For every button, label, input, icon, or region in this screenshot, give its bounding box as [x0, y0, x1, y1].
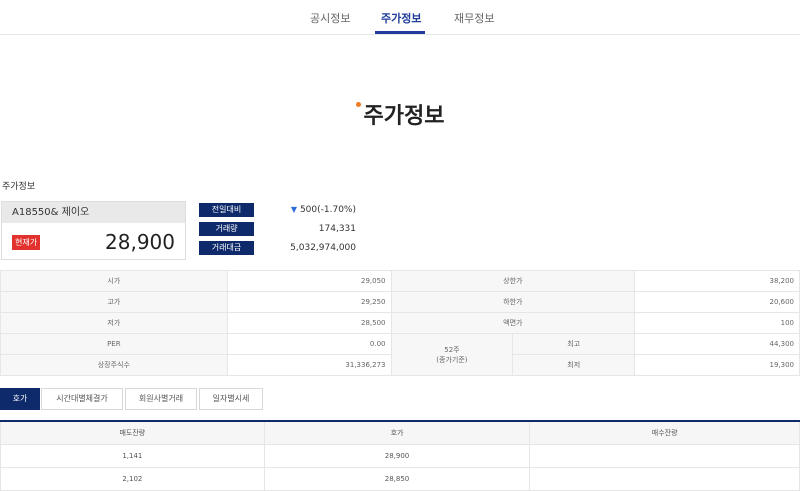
table-row: 2,102 28,850: [0, 467, 800, 491]
subtab-hoga[interactable]: 호가: [0, 388, 40, 410]
table-row: 시가 29,050 상한가 38,200: [0, 270, 800, 292]
price-info-table: 시가 29,050 상한가 38,200 고가 29,250 하한가 20,60…: [0, 270, 800, 376]
stat-label-change: 전일대비: [199, 203, 254, 217]
ask-volume-cell: 1,141: [0, 444, 265, 468]
table-row: 고가 29,250 하한가 20,600: [0, 291, 800, 313]
w52-high-value: 44,300: [634, 333, 800, 355]
hoga-table: 매도잔량 호가 매수잔량 1,141 28,900 2,102 28,850: [0, 420, 800, 491]
per-value: 0.00: [226, 333, 392, 355]
table-row: 1,141 28,900: [0, 444, 800, 468]
current-price-badge: 현재가: [12, 235, 41, 250]
header-bid-volume: 매수잔량: [529, 420, 800, 445]
table-header-row: 매도잔량 호가 매수잔량: [0, 420, 800, 445]
stat-value-amount: 5,032,974,000: [290, 243, 356, 253]
tab-stock-price[interactable]: 주가정보: [381, 10, 421, 26]
page-title-wrap: 주가정보: [0, 98, 800, 130]
subtab-daily-prices[interactable]: 일자별시세: [199, 388, 263, 410]
week52-line1: 52주: [444, 345, 460, 354]
open-label: 시가: [0, 270, 228, 292]
ask-volume-cell: 2,102: [0, 467, 265, 491]
lower-limit-label: 하한가: [390, 291, 636, 313]
stock-code-name: A18550& 제이오: [2, 202, 185, 223]
tab-disclosure[interactable]: 공시정보: [310, 10, 350, 26]
stat-value-volume: 174,331: [318, 224, 356, 234]
header-price: 호가: [263, 420, 531, 445]
active-tab-indicator: [375, 31, 425, 34]
bid-volume-cell: [529, 444, 800, 468]
header-ask-volume: 매도잔량: [0, 420, 265, 445]
shares-label: 상장주식수: [0, 354, 228, 376]
high-value: 29,250: [226, 291, 392, 313]
subtab-member-trades[interactable]: 회원사별거래: [125, 388, 197, 410]
change-value: 500(-1.70%): [299, 205, 356, 215]
lower-limit-value: 20,600: [634, 291, 800, 313]
stat-label-volume: 거래량: [199, 222, 254, 236]
bid-volume-cell: [529, 467, 800, 491]
high-label: 고가: [0, 291, 228, 313]
table-row: 저가 28,500 액면가 100: [0, 312, 800, 334]
week52-label: 52주 (종가기준): [390, 333, 514, 376]
w52-high-label: 최고: [512, 333, 636, 355]
low-value: 28,500: [226, 312, 392, 334]
shares-value: 31,336,273: [226, 354, 392, 376]
upper-limit-value: 38,200: [634, 270, 800, 292]
low-label: 저가: [0, 312, 228, 334]
stat-value-change: ▼ 500(-1.70%): [260, 205, 356, 215]
open-value: 29,050: [226, 270, 392, 292]
per-label: PER: [0, 333, 228, 355]
current-price: 28,900: [105, 230, 175, 254]
week52-line2: (종가기준): [436, 355, 468, 364]
price-cell: 28,900: [263, 444, 531, 468]
par-label: 액면가: [390, 312, 636, 334]
section-title: 주가정보: [2, 182, 36, 192]
w52-low-value: 19,300: [634, 354, 800, 376]
orange-dot-icon: [355, 102, 361, 107]
top-nav: 공시정보 주가정보 재무정보: [0, 0, 800, 35]
price-cell: 28,850: [263, 467, 531, 491]
upper-limit-label: 상한가: [390, 270, 636, 292]
page-title: 주가정보: [363, 104, 445, 129]
subtab-time-trades[interactable]: 시간대별체결가: [41, 388, 123, 410]
par-value: 100: [634, 312, 800, 334]
tab-financial[interactable]: 재무정보: [454, 10, 494, 26]
down-triangle-icon: ▼: [290, 205, 298, 214]
table-row: PER 0.00 52주 (종가기준) 최고 44,300: [0, 333, 800, 376]
price-box: A18550& 제이오 현재가 28,900: [1, 201, 186, 260]
stat-label-amount: 거래대금: [199, 241, 254, 255]
w52-low-label: 최저: [512, 354, 636, 376]
